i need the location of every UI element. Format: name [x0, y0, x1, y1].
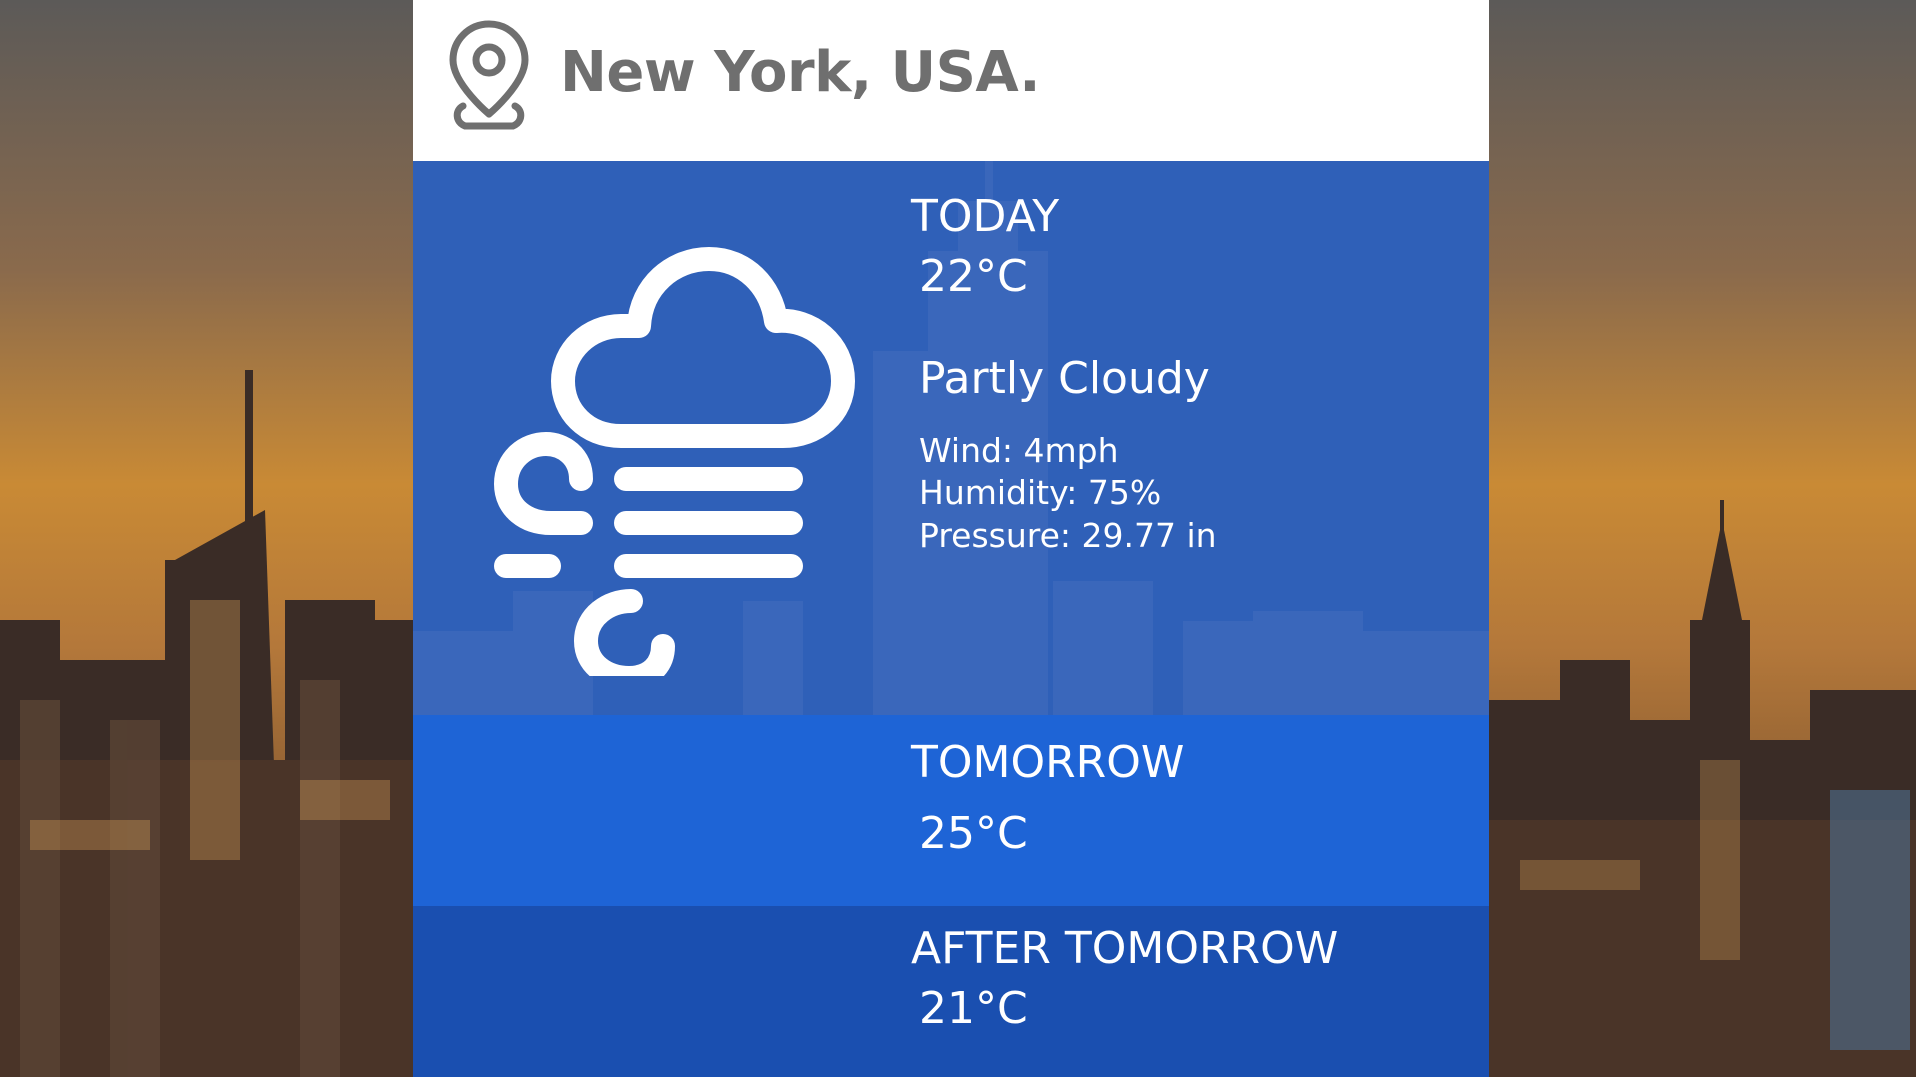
- today-forecast: TODAY 22°C Partly Cloudy Wind: 4mph Humi…: [413, 161, 1489, 715]
- today-pressure: Pressure: 29.77 in: [919, 516, 1217, 555]
- tomorrow-label: TOMORROW: [911, 737, 1185, 788]
- tomorrow-temperature: 25°C: [919, 808, 1028, 859]
- after-tomorrow-temperature: 21°C: [919, 983, 1028, 1034]
- after-tomorrow-forecast: AFTER TOMORROW 21°C: [413, 906, 1489, 1077]
- cloud-wind-icon: [494, 247, 855, 676]
- map-pin-icon: [449, 20, 529, 130]
- tomorrow-forecast: TOMORROW 25°C: [413, 715, 1489, 906]
- today-label: TODAY: [911, 191, 1060, 242]
- today-condition: Partly Cloudy: [919, 353, 1210, 404]
- today-humidity: Humidity: 75%: [919, 473, 1162, 512]
- after-tomorrow-label: AFTER TOMORROW: [911, 923, 1339, 974]
- weather-panel: New York, USA. TODAY 22°C Partly Cloudy …: [413, 0, 1489, 1077]
- today-wind: Wind: 4mph: [919, 431, 1119, 470]
- location-header: New York, USA.: [413, 0, 1489, 161]
- location-name: New York, USA.: [560, 40, 1041, 105]
- today-temperature: 22°C: [919, 251, 1028, 302]
